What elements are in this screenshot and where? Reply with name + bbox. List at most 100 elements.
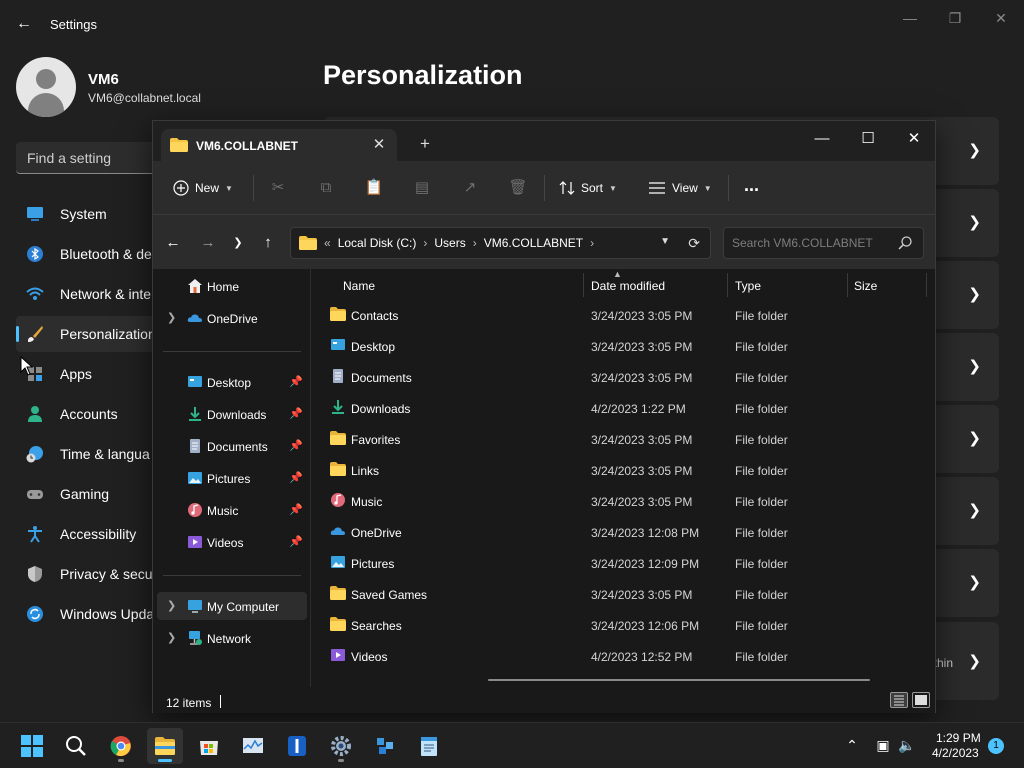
close-button[interactable]: ✕	[987, 8, 1015, 28]
nav-home[interactable]: Home	[157, 272, 307, 300]
nav-quick-downloads[interactable]: Downloads 📌	[157, 400, 307, 428]
notepad-app-button[interactable]	[411, 728, 447, 764]
pin-icon[interactable]: 📌	[289, 407, 303, 420]
close-window-button[interactable]: ✕	[895, 125, 933, 153]
more-options-button[interactable]: ...	[744, 171, 759, 199]
details-view-button[interactable]	[890, 692, 908, 708]
pinned-app-button[interactable]	[367, 728, 403, 764]
copy-icon[interactable]: ⧉	[315, 177, 337, 199]
store-app-button[interactable]	[191, 728, 227, 764]
chrome-app-button[interactable]	[103, 728, 139, 764]
recent-locations-chevron-icon[interactable]: ❯	[227, 232, 249, 254]
pin-icon[interactable]: 📌	[289, 439, 303, 452]
back-arrow-icon[interactable]: ←	[14, 14, 34, 34]
column-header-type[interactable]: Type	[729, 269, 847, 297]
notification-badge[interactable]: 1	[988, 738, 1004, 754]
column-header-size[interactable]: Size	[848, 269, 926, 297]
nav-quick-videos[interactable]: Videos 📌	[157, 528, 307, 556]
nav-quick-desktop[interactable]: Desktop 📌	[157, 368, 307, 396]
page-title: Personalization	[323, 60, 523, 90]
column-divider[interactable]	[727, 273, 728, 297]
up-arrow-icon[interactable]: ↑	[257, 232, 279, 254]
new-button[interactable]: New ▼	[173, 174, 233, 202]
overflow-chevron-icon[interactable]: «	[324, 236, 331, 250]
sort-button[interactable]: Sort ▼	[559, 174, 617, 202]
table-row[interactable]: Links 3/24/2023 3:05 PM File folder	[324, 455, 914, 485]
table-row[interactable]: Saved Games 3/24/2023 3:05 PM File folde…	[324, 579, 914, 609]
expand-chevron-icon[interactable]: ❯	[167, 311, 176, 324]
chevron-up-icon[interactable]: ⌃	[843, 736, 861, 754]
file-name: Videos	[351, 650, 388, 664]
horizontal-scrollbar[interactable]	[488, 679, 870, 681]
nav-my-computer[interactable]: ❯ My Computer	[157, 592, 307, 620]
column-header-name[interactable]: Name	[337, 269, 582, 297]
expand-chevron-icon[interactable]: ❯	[167, 631, 176, 644]
restore-button[interactable]: ❐	[941, 8, 969, 28]
pin-icon[interactable]: 📌	[289, 503, 303, 516]
monitor-app-button[interactable]	[235, 728, 271, 764]
share-icon[interactable]: ↗	[459, 177, 481, 199]
pin-icon[interactable]: 📌	[289, 535, 303, 548]
rename-icon[interactable]: ▤	[411, 177, 433, 199]
column-divider[interactable]	[926, 273, 927, 297]
tiles-view-button[interactable]	[912, 692, 930, 708]
address-dropdown-icon[interactable]: ▼	[660, 236, 670, 247]
pin-icon[interactable]: 📌	[289, 471, 303, 484]
breadcrumb-separator-icon[interactable]: ›	[423, 236, 427, 250]
breadcrumb-separator-icon[interactable]: ›	[473, 236, 477, 250]
table-row[interactable]: OneDrive 3/24/2023 12:08 PM File folder	[324, 517, 914, 547]
nav-onedrive[interactable]: ❯ OneDrive	[157, 304, 307, 332]
delete-icon[interactable]: 🗑	[507, 177, 529, 199]
clock-time[interactable]: 1:29 PM	[936, 731, 981, 745]
nav-quick-pictures[interactable]: Pictures 📌	[157, 464, 307, 492]
tab-vm6-collabnet[interactable]: VM6.COLLABNET ✕	[161, 129, 397, 161]
table-row[interactable]: Pictures 3/24/2023 12:09 PM File folder	[324, 548, 914, 578]
address-bar[interactable]: « Local Disk (C:) › Users › VM6.COLLABNE…	[290, 227, 711, 259]
selection-indicator	[16, 326, 19, 342]
nav-quick-documents[interactable]: Documents 📌	[157, 432, 307, 460]
column-header-date[interactable]: Date modified	[585, 269, 727, 297]
new-tab-button[interactable]: +	[415, 134, 435, 154]
table-row[interactable]: Videos 4/2/2023 12:52 PM File folder	[324, 641, 914, 671]
back-arrow-icon[interactable]: ←	[162, 232, 184, 254]
settings-app-button[interactable]	[323, 728, 359, 764]
network-status-icon[interactable]: ▣	[874, 736, 892, 754]
breadcrumb-local-disk[interactable]: Local Disk (C:)	[338, 236, 417, 250]
table-row[interactable]: Searches 3/24/2023 12:06 PM File folder	[324, 610, 914, 640]
nav-label: Music	[207, 504, 239, 518]
minimize-button[interactable]: —	[803, 125, 841, 153]
close-tab-icon[interactable]: ✕	[369, 135, 389, 155]
maximize-button[interactable]: ☐	[849, 125, 887, 153]
paste-icon[interactable]: 📋	[363, 177, 385, 199]
column-divider[interactable]	[583, 273, 584, 297]
nav-quick-music[interactable]: Music 📌	[157, 496, 307, 524]
search-box[interactable]	[723, 227, 924, 259]
table-row[interactable]: Downloads 4/2/2023 1:22 PM File folder	[324, 393, 914, 423]
start-button[interactable]	[14, 728, 50, 764]
table-row[interactable]: Favorites 3/24/2023 3:05 PM File folder	[324, 424, 914, 454]
minimize-button[interactable]: —	[896, 8, 924, 28]
nav-network[interactable]: ❯ Network	[157, 624, 307, 652]
table-row[interactable]: Contacts 3/24/2023 3:05 PM File folder	[324, 300, 914, 330]
forward-arrow-icon[interactable]: →	[197, 232, 219, 254]
expand-chevron-icon[interactable]: ❯	[167, 599, 176, 612]
breadcrumb-users[interactable]: Users	[434, 236, 465, 250]
pin-icon[interactable]: 📌	[289, 375, 303, 388]
breadcrumb-vm6[interactable]: VM6.COLLABNET	[484, 236, 583, 250]
volume-icon[interactable]: 🔈	[898, 736, 916, 754]
running-indicator	[158, 759, 172, 762]
refresh-icon[interactable]: ⟳	[688, 235, 700, 252]
search-input[interactable]	[724, 228, 894, 258]
cut-icon[interactable]: ✂	[267, 177, 289, 199]
breadcrumb-separator-icon[interactable]: ›	[590, 236, 594, 250]
pinned-app-button[interactable]	[279, 728, 315, 764]
clock-date[interactable]: 4/2/2023	[932, 746, 979, 760]
table-row[interactable]: Music 3/24/2023 3:05 PM File folder	[324, 486, 914, 516]
taskbar-search-button[interactable]	[58, 728, 94, 764]
file-explorer-app-button[interactable]	[147, 728, 183, 764]
table-row[interactable]: Documents 3/24/2023 3:05 PM File folder	[324, 362, 914, 392]
avatar[interactable]	[16, 57, 76, 117]
table-row[interactable]: Desktop 3/24/2023 3:05 PM File folder	[324, 331, 914, 361]
view-button[interactable]: View ▼	[648, 174, 712, 202]
system-icon	[27, 207, 43, 221]
